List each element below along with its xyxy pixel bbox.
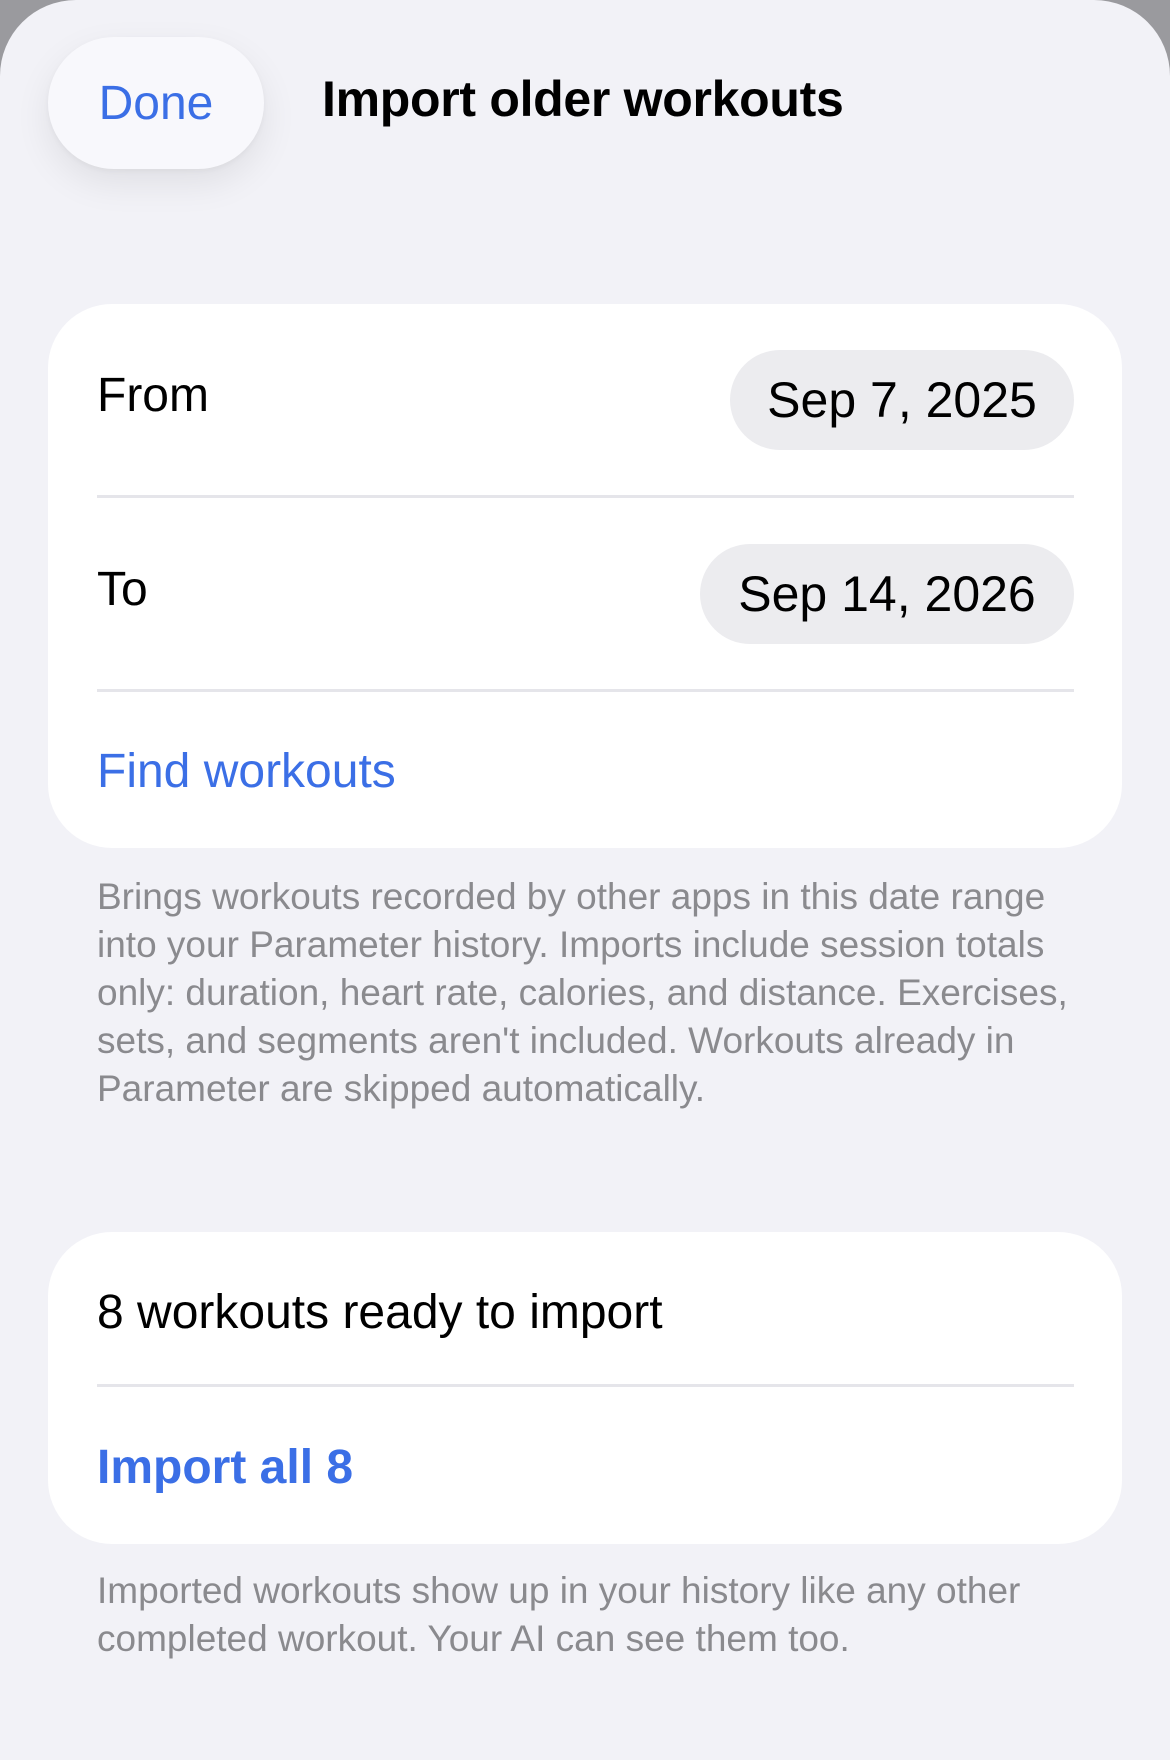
done-button[interactable]: Done <box>48 37 264 169</box>
from-date-picker[interactable]: Sep 7, 2025 <box>730 350 1074 450</box>
from-row: From Sep 7, 2025 <box>48 304 1122 482</box>
import-sheet: Done Import older workouts From Sep 7, 2… <box>0 0 1170 1760</box>
date-range-card: From Sep 7, 2025 To Sep 14, 2026 Find wo… <box>48 304 1122 848</box>
to-row: To Sep 14, 2026 <box>48 498 1122 676</box>
page-title: Import older workouts <box>322 71 844 127</box>
from-label: From <box>97 369 209 422</box>
find-workouts-button[interactable]: Find workouts <box>97 744 396 799</box>
import-footnote: Imported workouts show up in your histor… <box>97 1570 1021 1659</box>
date-range-footnote: Brings workouts recorded by other apps i… <box>97 876 1068 1109</box>
import-status-text: 8 workouts ready to import <box>97 1286 663 1339</box>
divider <box>97 689 1074 692</box>
divider <box>97 1384 1074 1387</box>
import-card: 8 workouts ready to import Import all 8 <box>48 1232 1122 1544</box>
import-all-button[interactable]: Import all 8 <box>97 1440 353 1495</box>
to-date-picker[interactable]: Sep 14, 2026 <box>700 544 1074 644</box>
to-label: To <box>97 563 148 616</box>
